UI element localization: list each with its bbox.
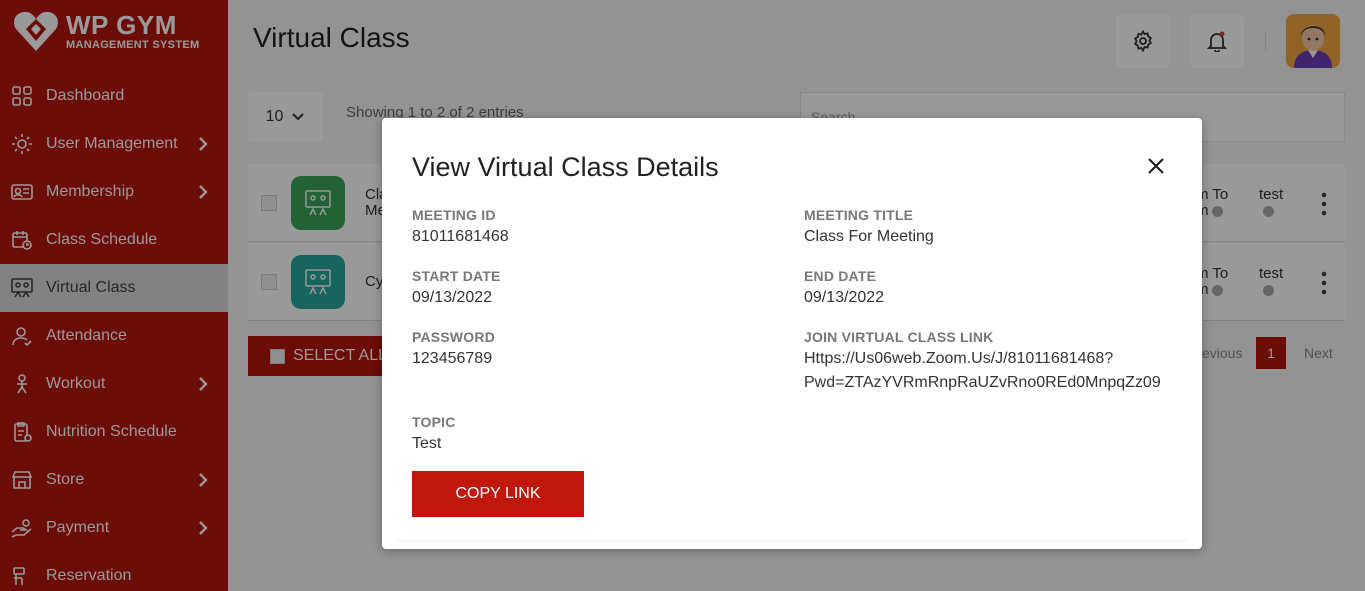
start-date-value: 09/13/2022 [412,289,493,306]
meeting-title-label: MEETING TITLE [804,207,914,223]
meeting-title-value: Class For Meeting [804,228,934,245]
password-value: 123456789 [412,350,493,367]
meeting-id-value: 81011681468 [412,228,509,245]
meeting-id-label: MEETING ID [412,207,496,223]
topic-label: TOPIC [412,414,456,430]
modal-footer-divider [397,540,1187,541]
virtual-class-details-modal: View Virtual Class Details MEETING ID 81… [382,118,1202,549]
close-icon[interactable] [1146,156,1166,176]
join-link-label: JOIN VIRTUAL CLASS LINK [804,329,994,345]
end-date-label: END DATE [804,268,877,284]
end-date-value: 09/13/2022 [804,289,885,306]
copy-link-button[interactable]: COPY LINK [412,471,584,517]
topic-value: Test [412,435,442,452]
password-label: PASSWORD [412,329,496,345]
modal-title: View Virtual Class Details [412,152,719,182]
join-link-line-2: Pwd=ZTAzYVRmRnpRaUZvRno0REd0MnpqZz09 [804,374,1161,391]
join-link-line-1: Https://Us06web.Zoom.Us/J/81011681468? [804,350,1114,367]
start-date-label: START DATE [412,268,501,284]
